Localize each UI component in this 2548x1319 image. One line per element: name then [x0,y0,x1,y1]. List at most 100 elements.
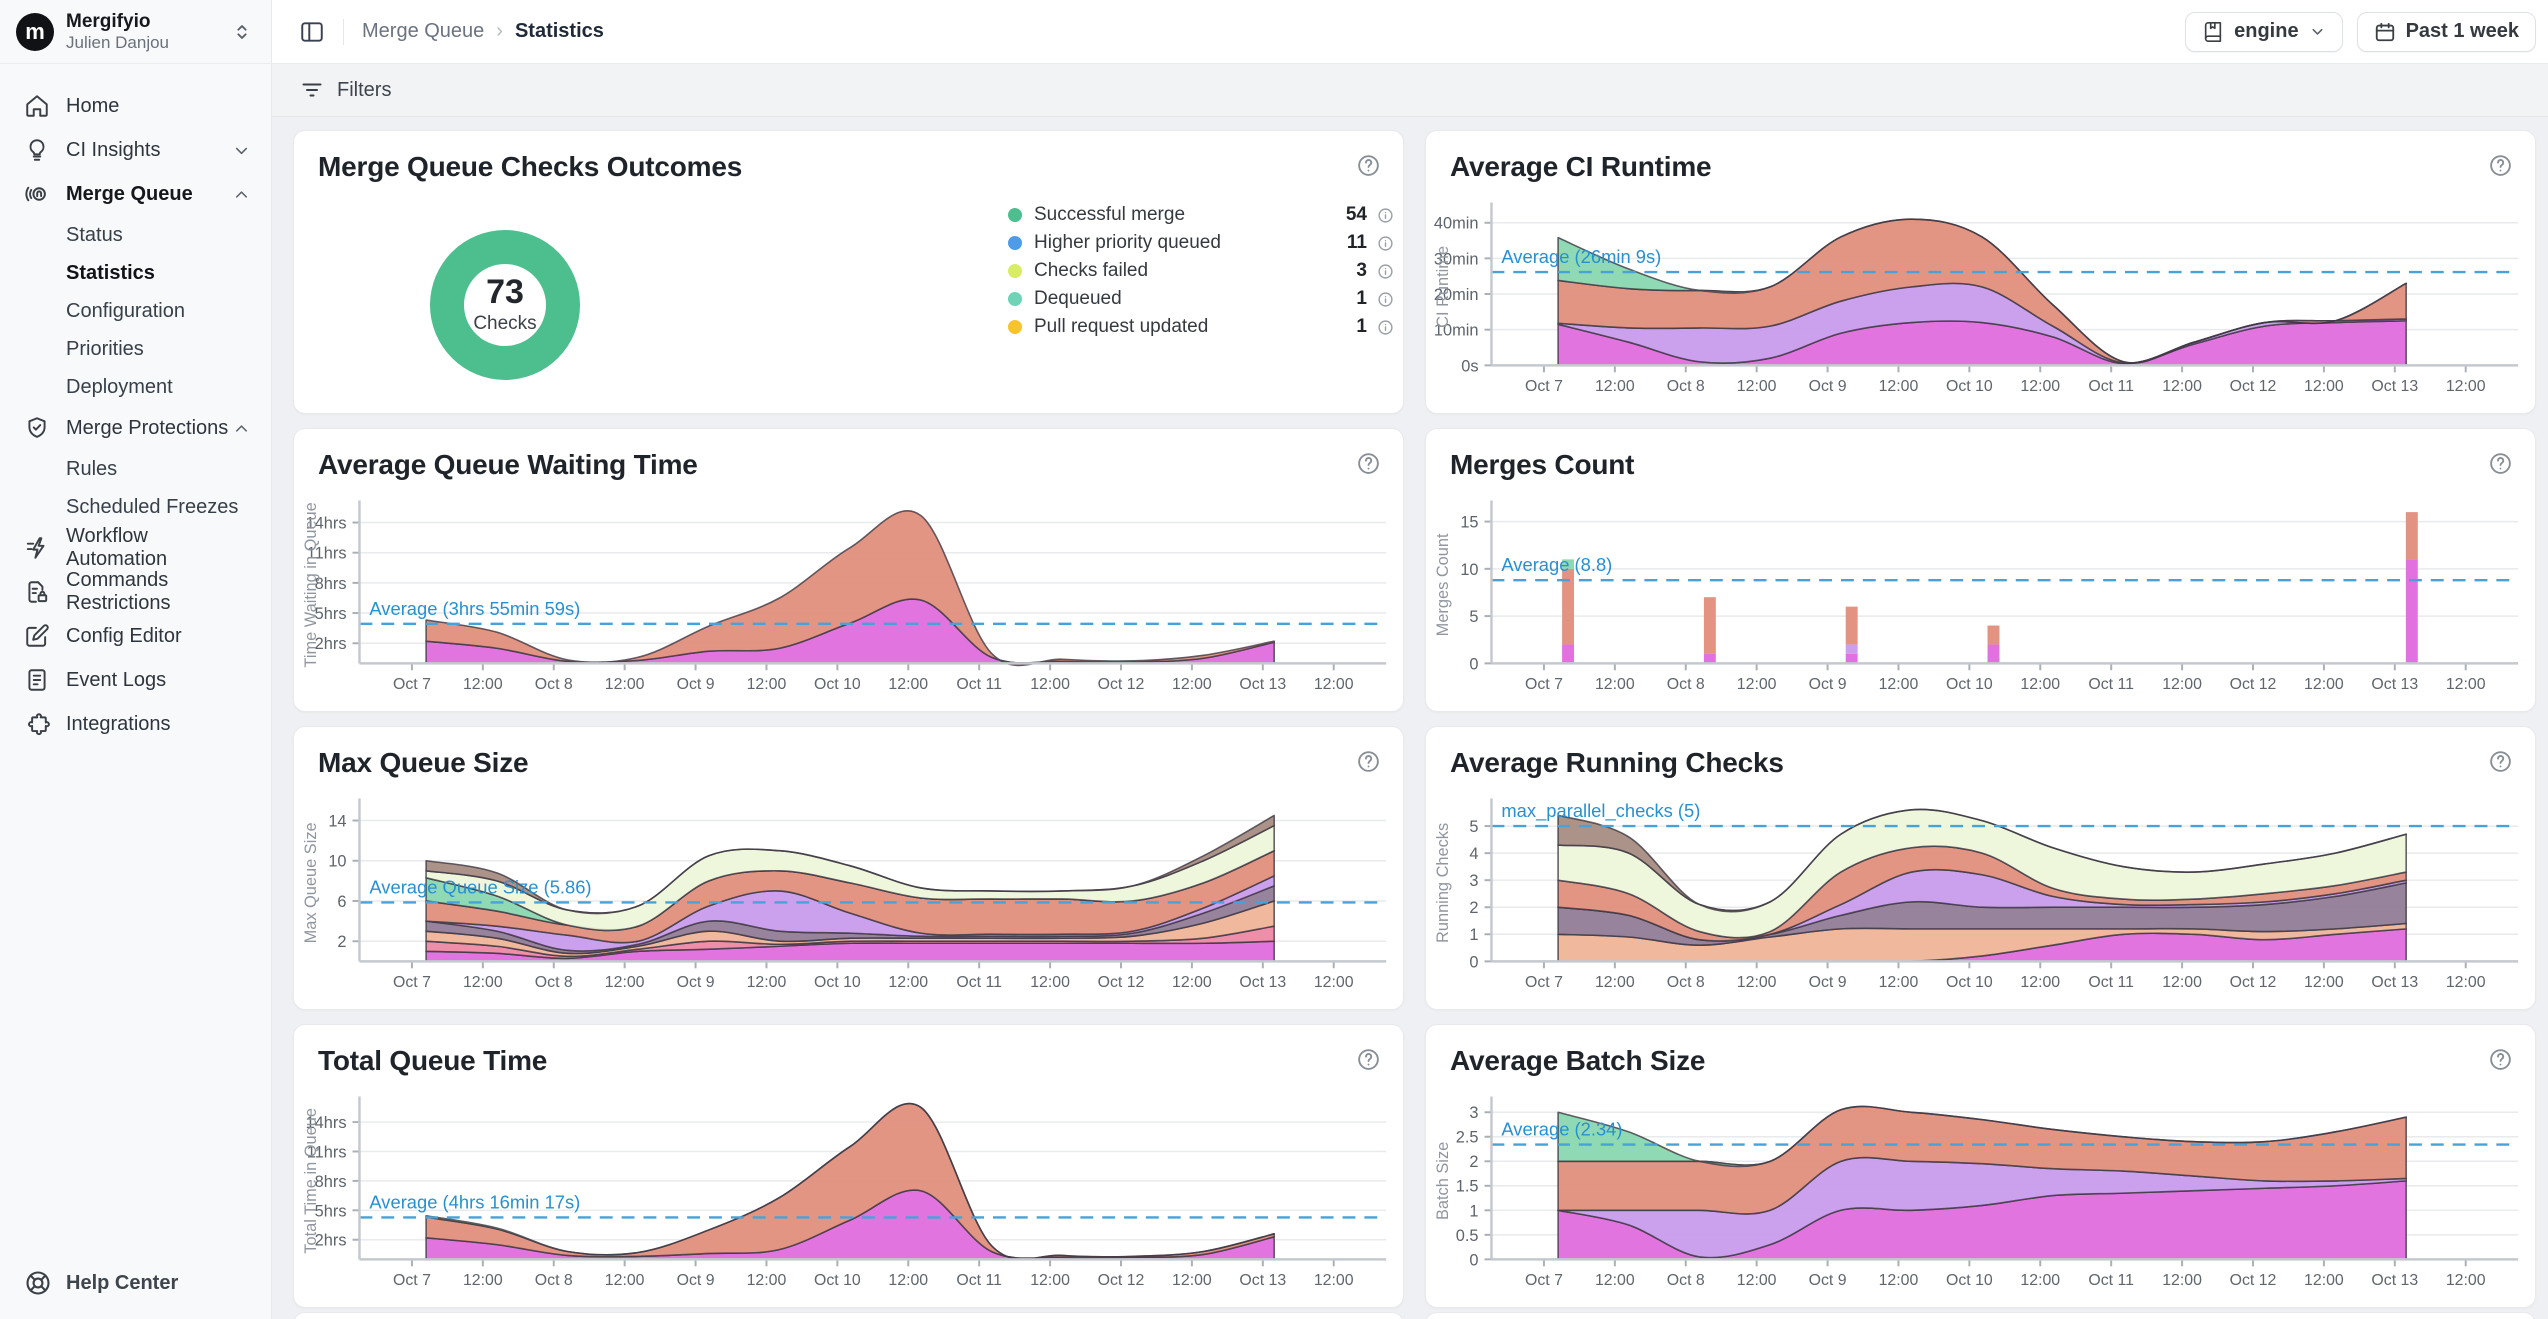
sidebar-item-statistics[interactable]: Statistics [0,254,271,292]
svg-text:12:00: 12:00 [1595,378,1635,395]
chevron-up-icon [232,419,251,438]
info-icon[interactable] [1377,319,1394,336]
svg-text:12:00: 12:00 [2162,1272,2202,1289]
svg-text:12:00: 12:00 [1737,676,1777,693]
sidebar-item-scheduled-freezes[interactable]: Scheduled Freezes [0,488,271,526]
svg-text:Batch Size: Batch Size [1434,1142,1452,1220]
sidebar-item-home[interactable]: Home [0,84,271,128]
svg-text:12:00: 12:00 [605,1272,645,1289]
info-icon[interactable] [1377,235,1394,252]
card-merge-queue-checks-outcomes: Merge Queue Checks Outcomes 73 Checks Su… [293,130,1404,414]
info-icon[interactable] [1377,263,1394,280]
batch-size-chart[interactable]: 00.511.522.53Average (2.34)Oct 712:00Oct… [1426,1025,2535,1307]
donut-chart[interactable]: 73 Checks [430,230,580,380]
legend-dot [1008,292,1022,306]
svg-text:Oct 10: Oct 10 [814,676,861,693]
help-center-link[interactable]: Help Center [24,1269,178,1297]
filters-bar[interactable]: Filters [272,64,2548,117]
svg-text:Oct 8: Oct 8 [535,974,573,991]
sidebar-toggle-icon[interactable] [299,19,325,45]
svg-text:Oct 8: Oct 8 [535,1272,573,1289]
svg-text:12:00: 12:00 [1172,1272,1212,1289]
chevron-up-icon [232,185,251,204]
sidebar-item-label: Configuration [66,300,185,323]
chevrons-up-down-icon [231,21,253,43]
svg-text:12:00: 12:00 [1879,1272,1919,1289]
svg-text:4: 4 [1469,845,1478,863]
legend-item[interactable]: Pull request updated1 [1008,313,1394,341]
legend-value: 3 [1356,260,1367,282]
legend-dot [1008,236,1022,250]
sidebar-item-rules[interactable]: Rules [0,450,271,488]
lightbulb-icon [24,137,50,163]
svg-text:12:00: 12:00 [2446,974,2486,991]
svg-text:12:00: 12:00 [1172,974,1212,991]
svg-text:Oct 12: Oct 12 [1098,974,1145,991]
legend-value: 1 [1356,288,1367,310]
legend-value: 54 [1346,204,1367,226]
help-icon[interactable] [1356,153,1381,178]
sidebar-item-label: Merge Protections [66,417,232,440]
repository-selector[interactable]: engine [2185,12,2342,52]
svg-text:Running Checks: Running Checks [1434,823,1452,943]
sidebar-item-integrations[interactable]: Integrations [0,702,271,746]
sidebar-item-workflow-automation[interactable]: Workflow Automation [0,526,271,570]
card-max-queue-size: Max Queue Size 261014Average Queue Size … [293,726,1404,1010]
max-queue-size-chart[interactable]: 261014Average Queue Size (5.86)Oct 712:0… [294,727,1403,1009]
queue-waiting-time-chart[interactable]: 2hrs5hrs8hrs11hrs14hrsAverage (3hrs 55mi… [294,429,1403,711]
merges-count-chart[interactable]: 051015Average (8.8)Oct 712:00Oct 812:00O… [1426,429,2535,711]
info-icon[interactable] [1377,291,1394,308]
svg-text:12:00: 12:00 [463,974,503,991]
legend-item[interactable]: Higher priority queued11 [1008,229,1394,257]
sidebar-item-label: CI Insights [66,139,232,162]
svg-text:12:00: 12:00 [2162,974,2202,991]
svg-text:Oct 9: Oct 9 [1809,974,1847,991]
svg-text:12:00: 12:00 [747,974,787,991]
svg-text:Oct 8: Oct 8 [1667,378,1705,395]
svg-text:Oct 8: Oct 8 [1667,974,1705,991]
sidebar-item-ci-insights[interactable]: CI Insights [0,128,271,172]
svg-text:Oct 13: Oct 13 [2371,974,2418,991]
svg-text:10: 10 [328,853,346,871]
svg-text:Oct 10: Oct 10 [814,1272,861,1289]
svg-text:Oct 12: Oct 12 [1098,1272,1145,1289]
sidebar-item-deployment[interactable]: Deployment [0,368,271,406]
svg-text:12:00: 12:00 [1595,676,1635,693]
svg-text:2: 2 [1469,1153,1478,1171]
calendar-icon [2374,21,2396,43]
legend-item[interactable]: Checks failed3 [1008,257,1394,285]
svg-text:Oct 9: Oct 9 [1809,378,1847,395]
svg-text:Oct 12: Oct 12 [2230,974,2277,991]
ci-runtime-chart[interactable]: 0s10min20min30min40minAverage (26min 9s)… [1426,131,2535,413]
card-average-queue-waiting-time: Average Queue Waiting Time 2hrs5hrs8hrs1… [293,428,1404,712]
sidebar-item-merge-queue[interactable]: Merge Queue [0,172,271,216]
running-checks-chart[interactable]: 012345max_parallel_checks (5)Oct 712:00O… [1426,727,2535,1009]
sidebar-item-status[interactable]: Status [0,216,271,254]
svg-text:12:00: 12:00 [2162,676,2202,693]
sidebar-item-priorities[interactable]: Priorities [0,330,271,368]
legend-label: Checks failed [1034,260,1356,282]
sidebar-item-merge-protections[interactable]: Merge Protections [0,406,271,450]
sidebar-item-commands-restrictions[interactable]: Commands Restrictions [0,570,271,614]
svg-text:0: 0 [1469,1251,1478,1269]
lifebuoy-icon [24,1269,52,1297]
info-icon[interactable] [1377,207,1394,224]
total-queue-time-chart[interactable]: 2hrs5hrs8hrs11hrs14hrsAverage (4hrs 16mi… [294,1025,1403,1307]
svg-text:12:00: 12:00 [1595,1272,1635,1289]
sidebar-item-label: Deployment [66,376,173,399]
svg-text:Oct 11: Oct 11 [2088,1272,2134,1289]
card-merges-count: Merges Count 051015Average (8.8)Oct 712:… [1425,428,2536,712]
legend-item[interactable]: Successful merge54 [1008,201,1394,229]
org-switcher[interactable]: m Mergifyio Julien Danjou [0,0,271,64]
sidebar-item-configuration[interactable]: Configuration [0,292,271,330]
time-range-button[interactable]: Past 1 week [2357,12,2536,52]
legend-item[interactable]: Dequeued1 [1008,285,1394,313]
svg-text:CI Runtime: CI Runtime [1434,246,1452,328]
sidebar-item-event-logs[interactable]: Event Logs [0,658,271,702]
svg-text:Oct 10: Oct 10 [814,974,861,991]
sidebar-item-config-editor[interactable]: Config Editor [0,614,271,658]
svg-text:2.5: 2.5 [1456,1129,1479,1147]
svg-text:12:00: 12:00 [747,1272,787,1289]
divider [343,19,344,45]
breadcrumb-parent[interactable]: Merge Queue [362,20,484,43]
